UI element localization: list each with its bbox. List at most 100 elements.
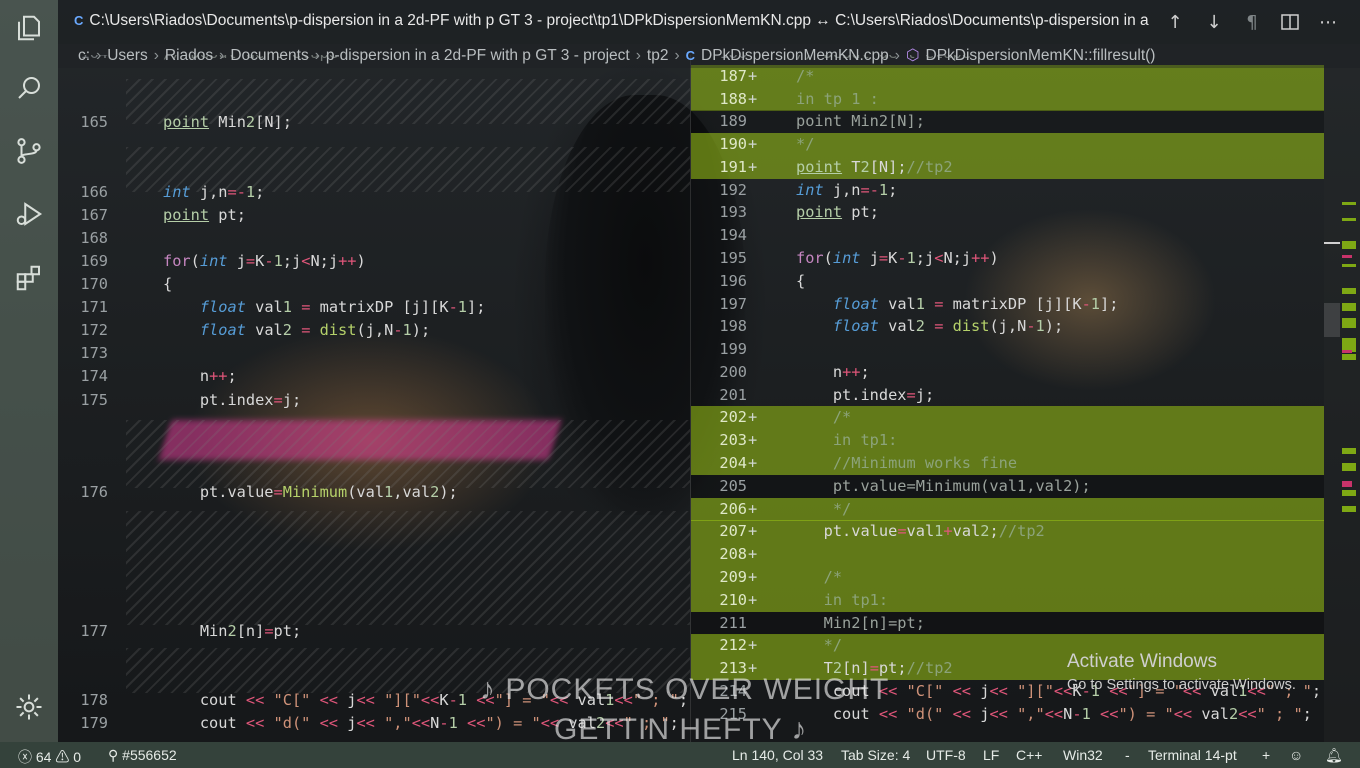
diff-gap-placeholder (126, 420, 690, 488)
code-line[interactable]: 194 (691, 224, 1324, 247)
code-line[interactable]: 210 + in tp1: (691, 588, 1324, 612)
more-actions-ellipsis-icon[interactable]: ⋯ (1316, 10, 1340, 34)
code-line[interactable]: 187 + /* (691, 64, 1324, 88)
breadcrumb-symbol[interactable]: DPkDispersionMemKN::fillresult() (926, 47, 1156, 64)
code-line[interactable]: 199 (691, 338, 1324, 361)
code-line[interactable]: 202 + /* (691, 406, 1324, 430)
color-indicator[interactable]: ⚲ #556652 (108, 747, 177, 764)
settings-gear-icon[interactable] (13, 691, 45, 723)
code-line[interactable]: 201 pt.index=j; (691, 384, 1324, 407)
diff-editor-tab[interactable]: C C:\Users\Riados\Documents\p-dispersion … (74, 12, 1154, 34)
line-number: 210 (719, 590, 747, 609)
chevron-right-icon: › (96, 47, 102, 64)
breadcrumb: c: › Users › Riados › Documents › p-dispersion i… (58, 44, 1360, 68)
code-text: { (163, 275, 173, 293)
previous-change-arrow-icon[interactable]: ↑ (1163, 10, 1187, 34)
code-line[interactable]: 203 + in tp1: (691, 429, 1324, 453)
next-change-arrow-icon[interactable]: ↓ (1202, 10, 1226, 34)
code-text: point pt; (163, 205, 246, 224)
extensions-icon[interactable] (13, 262, 45, 294)
breadcrumb-item-project[interactable]: p-dispersion in a 2d-PF with p GT 3 - pr… (326, 47, 630, 64)
code-line[interactable]: 176 pt.value=Minimum(val1,val2); (58, 481, 690, 504)
code-text: Min2[n]=pt; (163, 621, 302, 640)
breadcrumb-item-users[interactable]: Users (107, 47, 147, 64)
code-line[interactable]: 193 point pt; (691, 201, 1324, 224)
line-number: 179 (80, 713, 108, 732)
code-line[interactable]: 209 + /* (691, 565, 1324, 589)
cursor-position[interactable]: Ln 140, Col 33 (732, 747, 823, 763)
breadcrumb-item-tp2[interactable]: tp2 (647, 47, 669, 64)
feedback-icon[interactable]: ☺ (1289, 747, 1303, 763)
code-line[interactable]: 167 point pt; (58, 204, 690, 227)
code-line[interactable]: 173 (58, 342, 690, 365)
language-mode[interactable]: C++ (1016, 747, 1042, 763)
code-line[interactable]: 170 { (58, 273, 690, 296)
code-text: for(int j=K-1;j<N;j++) (796, 249, 999, 268)
warning-count: 0 (73, 749, 82, 765)
code-line[interactable]: 211 Min2[n]=pt; (691, 611, 1324, 635)
breadcrumb-item-documents[interactable]: Documents (230, 47, 308, 64)
line-number: 170 (80, 275, 108, 293)
activate-windows-watermark: Activate Windows Go to Settings to activ… (1067, 651, 1296, 693)
line-number: 191 (719, 157, 747, 176)
code-line[interactable]: 168 (58, 227, 690, 250)
code-text: pt.value=Minimum(val1,val2); (163, 482, 458, 501)
code-line[interactable]: 192 int j,n=-1; (691, 179, 1324, 202)
breadcrumb-item-riados[interactable]: Riados (165, 47, 213, 64)
code-text: float val1 = matrixDP [j][K-1]; (832, 294, 1119, 313)
overview-ruler[interactable] (1324, 68, 1360, 742)
code-line[interactable]: 169 for(int j=K-1;j<N;j++) (58, 250, 690, 273)
split-editor-icon[interactable] (1278, 10, 1302, 34)
code-line[interactable]: 177 Min2[n]=pt; (58, 620, 690, 643)
code-line[interactable]: 196 { (691, 270, 1324, 293)
code-line[interactable]: 197 float val1 = matrixDP [j][K-1]; (691, 293, 1324, 316)
line-number: 206 (719, 499, 747, 518)
code-line[interactable]: 165 point Min2[N]; (58, 111, 690, 134)
run-debug-icon[interactable] (13, 198, 45, 230)
code-line[interactable]: 189 point Min2[N]; (691, 110, 1324, 134)
line-number: 172 (80, 321, 108, 340)
tab-size[interactable]: Tab Size: 4 (841, 747, 910, 763)
source-control-icon[interactable] (13, 135, 45, 167)
line-number: 199 (719, 340, 747, 359)
code-line[interactable]: 166 int j,n=-1; (58, 181, 690, 204)
code-line[interactable]: 206 + */ (691, 497, 1324, 521)
line-number: 171 (80, 298, 108, 317)
watermark-title: Activate Windows (1067, 651, 1217, 672)
plus-button[interactable]: + (1262, 747, 1270, 763)
line-number: 188 (719, 89, 747, 108)
line-number: 209 (719, 567, 747, 586)
line-number: 176 (80, 482, 108, 501)
breadcrumb-item-drive[interactable]: c: (78, 47, 90, 64)
code-line[interactable]: 205 pt.value=Minimum(val1,val2); (691, 474, 1324, 498)
diff-modified-editor[interactable]: 186// Debut de l'étape187+/*188+in tp 1 … (690, 55, 1324, 742)
explorer-icon[interactable] (13, 12, 45, 44)
platform[interactable]: Win32 (1063, 747, 1103, 763)
diff-original-editor[interactable]: 164// Debut de l'étape165point Min2[N];1… (58, 55, 690, 742)
show-whitespace-pilcrow-icon[interactable]: ¶ (1240, 10, 1264, 34)
code-line[interactable]: 175 pt.index=j; (58, 389, 690, 412)
code-line[interactable]: 204 + //Minimum works fine (691, 452, 1324, 476)
breadcrumb-file[interactable]: DPkDispersionMemKN.cpp (701, 47, 889, 64)
code-text: point pt; (796, 203, 879, 222)
code-line[interactable]: 172 float val2 = dist(j,N-1); (58, 319, 690, 342)
code-line[interactable]: 198 float val2 = dist(j,N-1); (691, 315, 1324, 338)
terminal-font-size[interactable]: Terminal 14-pt (1148, 747, 1237, 763)
chevron-right-icon: › (894, 47, 900, 64)
code-line[interactable]: 188 + in tp 1 : (691, 87, 1324, 111)
end-of-line[interactable]: LF (983, 747, 999, 763)
line-number: 177 (80, 621, 108, 640)
code-line[interactable]: 171 float val1 = matrixDP [j][K-1]; (58, 296, 690, 319)
code-line[interactable]: 174 n++; (58, 365, 690, 388)
problems-indicator[interactable]: ⓧ 64 ⚠ 0 (18, 747, 81, 767)
encoding[interactable]: UTF-8 (926, 747, 966, 763)
notifications-bell-icon[interactable]: 🔔︎ (1325, 747, 1343, 764)
code-line[interactable]: 191 + point T2[N];//tp2 (691, 155, 1324, 179)
code-line[interactable]: 208 + (691, 543, 1324, 567)
search-icon[interactable] (13, 72, 45, 104)
code-line[interactable]: 190 + */ (691, 133, 1324, 157)
code-line[interactable]: 200 n++; (691, 361, 1324, 384)
code-line[interactable]: 195 for(int j=K-1;j<N;j++) (691, 247, 1324, 270)
code-line[interactable]: 207 + pt.value=val1+val2;//tp2 (691, 520, 1324, 544)
code-text: pt.index=j; (796, 385, 935, 404)
